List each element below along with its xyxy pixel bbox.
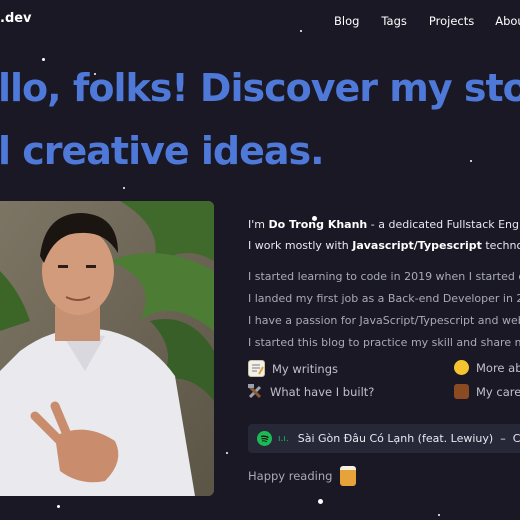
bio-line: I have a passion for JavaScript/Typescri… xyxy=(248,314,520,327)
profile-photo-illustration xyxy=(0,201,214,496)
bio-line: I started learning to code in 2019 when … xyxy=(248,270,520,283)
spotify-icon xyxy=(257,431,272,446)
thinking-face-icon xyxy=(454,360,469,375)
hero-line-1: llo, folks! Discover my sto xyxy=(0,66,520,110)
link-label: What have I built? xyxy=(270,384,375,399)
nav-tags[interactable]: Tags xyxy=(381,14,406,28)
intro-suffix-2: technolog xyxy=(485,239,520,252)
now-playing-bar[interactable]: ı.ı. Sài Gòn Đâu Có Lạnh (feat. Lewiuy) … xyxy=(248,424,520,453)
hero-line-2: l creative ideas. xyxy=(0,129,325,173)
intro-column: I'm Do Trong Khanh - a dedicated Fullsta… xyxy=(248,214,520,410)
intro-text: I'm Do Trong Khanh - a dedicated Fullsta… xyxy=(248,214,520,256)
profile-photo xyxy=(0,201,214,496)
intro-role: - a dedicated Fullstack Engine xyxy=(367,218,520,231)
site-logo[interactable]: .dev xyxy=(0,11,32,26)
main-nav: Blog Tags Projects About xyxy=(334,14,520,28)
briefcase-icon xyxy=(454,384,469,399)
memo-icon xyxy=(248,360,265,377)
star xyxy=(42,58,45,61)
link-label: My care xyxy=(476,384,520,399)
intro-prefix: I'm xyxy=(248,218,269,231)
track-separator: – xyxy=(500,432,506,445)
bio-paragraphs: I started learning to code in 2019 when … xyxy=(248,266,520,354)
link-more-about[interactable]: More ab xyxy=(454,360,520,375)
equalizer-bars: ı.ı. xyxy=(278,433,289,444)
link-my-career[interactable]: My care xyxy=(454,384,520,399)
star xyxy=(470,160,472,162)
tech-stack: Javascript/Typescript xyxy=(352,239,482,252)
link-my-writings[interactable]: My writings xyxy=(248,360,338,377)
nav-about[interactable]: About xyxy=(495,14,520,28)
star xyxy=(300,30,302,32)
intro-line-2: I work mostly with Javascript/Typescript… xyxy=(248,235,520,256)
nav-projects[interactable]: Projects xyxy=(429,14,474,28)
track-title: Sài Gòn Đâu Có Lạnh (feat. Lewiuy) xyxy=(297,432,494,445)
happy-reading-text: Happy reading xyxy=(248,469,333,483)
star xyxy=(123,187,125,189)
star xyxy=(318,499,323,504)
nav-blog[interactable]: Blog xyxy=(334,14,359,28)
beer-mugs-icon xyxy=(340,466,357,486)
intro-prefix-2: I work mostly with xyxy=(248,239,353,252)
link-label: More ab xyxy=(476,360,520,375)
bio-line: I landed my first job as a Back-end Deve… xyxy=(248,292,520,305)
quick-links: My writings More ab What have I built? M… xyxy=(248,360,520,410)
page: .dev Blog Tags Projects About llo, folks… xyxy=(0,0,520,520)
happy-reading: Happy reading xyxy=(248,466,357,486)
star xyxy=(57,505,60,508)
intro-line-1: I'm Do Trong Khanh - a dedicated Fullsta… xyxy=(248,214,520,235)
star xyxy=(438,514,440,516)
hammer-wrench-icon xyxy=(248,384,263,399)
link-what-built[interactable]: What have I built? xyxy=(248,384,374,399)
star xyxy=(226,452,228,454)
bio-line: I started this blog to practice my skill… xyxy=(248,336,520,349)
track-artist: Ch xyxy=(512,432,520,445)
link-label: My writings xyxy=(272,361,338,376)
author-name: Do Trong Khanh xyxy=(268,218,368,231)
